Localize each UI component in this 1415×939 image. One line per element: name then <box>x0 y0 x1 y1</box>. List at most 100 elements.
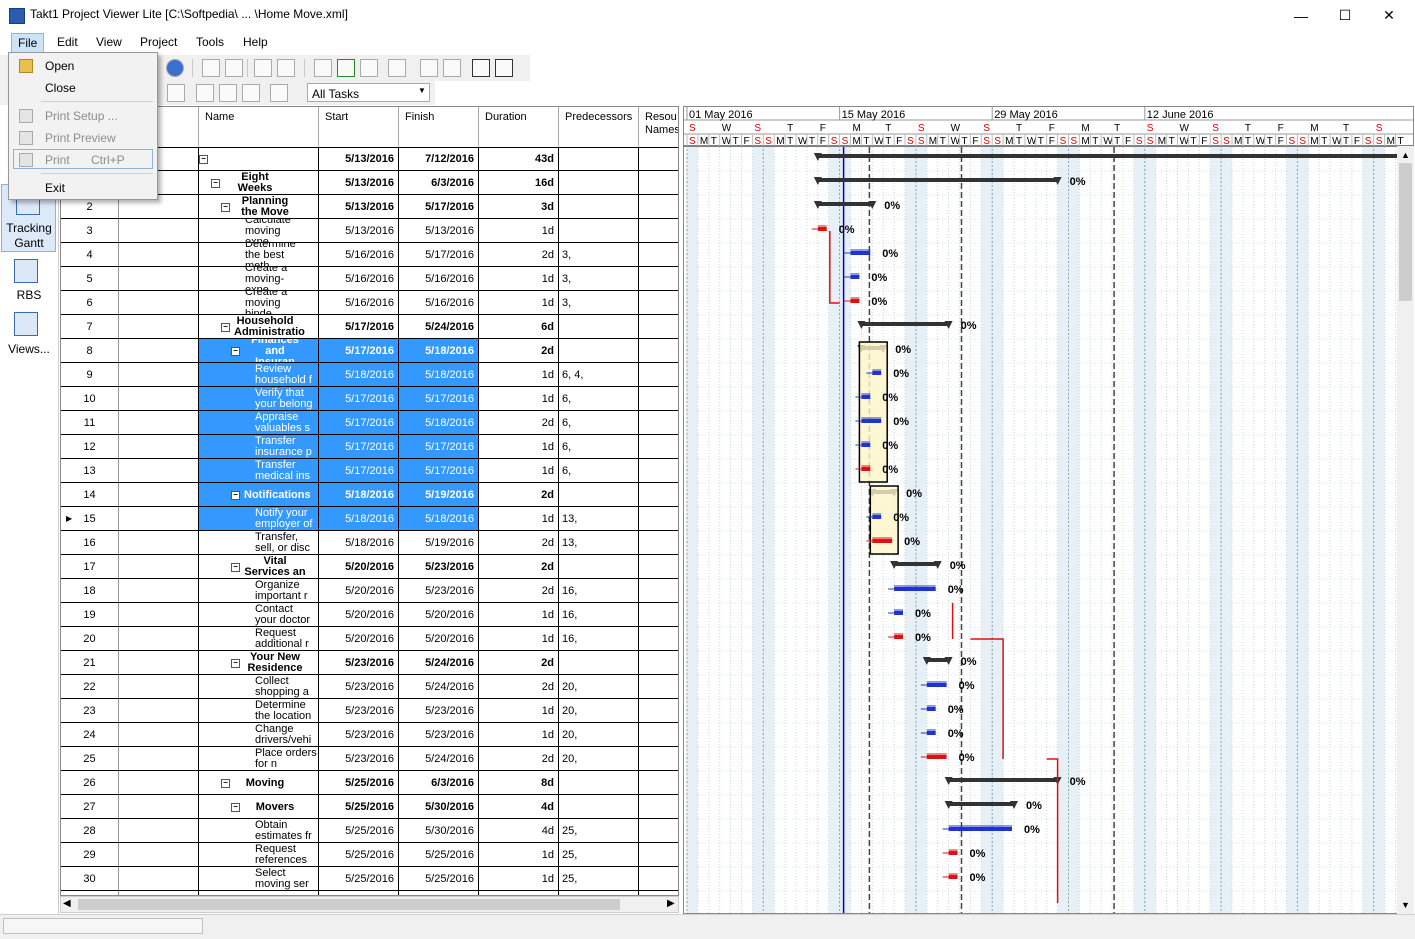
row-duration-cell[interactable]: 2d <box>479 483 559 507</box>
table-row[interactable]: 18 Organize important r 5/20/2016 5/23/2016… <box>61 579 678 603</box>
row-info-cell[interactable] <box>119 267 199 291</box>
layout-left-icon[interactable] <box>196 84 214 102</box>
views-icon[interactable] <box>14 312 38 336</box>
row-finish-cell[interactable]: 5/19/2016 <box>399 483 479 507</box>
row-id-cell[interactable]: 5 <box>61 267 119 291</box>
row-duration-cell[interactable]: 2d <box>479 243 559 267</box>
row-resources-cell[interactable] <box>639 867 678 891</box>
gantt-scroll-thumb[interactable] <box>1399 163 1412 301</box>
row-finish-cell[interactable]: 5/24/2016 <box>399 315 479 339</box>
row-finish-cell[interactable]: 5/24/2016 <box>399 747 479 771</box>
menu-exit[interactable]: Exit <box>45 181 65 195</box>
row-resources-cell[interactable] <box>639 291 678 315</box>
maximize-button[interactable]: ☐ <box>1322 0 1368 31</box>
row-predecessors-cell[interactable]: 13, <box>559 531 639 555</box>
row-id-cell[interactable]: 14 <box>61 483 119 507</box>
row-predecessors-cell[interactable] <box>559 339 639 363</box>
row-info-cell[interactable] <box>119 363 199 387</box>
row-finish-cell[interactable]: 5/16/2016 <box>399 267 479 291</box>
row-id-cell[interactable]: 24 <box>61 723 119 747</box>
table-row[interactable]: 19 Contact your doctor 5/20/2016 5/20/2016 1… <box>61 603 678 627</box>
table-row[interactable]: 16 Transfer, sell, or disc 5/18/2016 5/19/2… <box>61 531 678 555</box>
row-info-cell[interactable] <box>119 291 199 315</box>
row-start-cell[interactable]: 5/13/2016 <box>319 219 399 243</box>
row-predecessors-cell[interactable]: 25, <box>559 843 639 867</box>
row-name-cell[interactable]: Request additional r <box>199 627 319 651</box>
collapse-icon[interactable] <box>225 59 243 77</box>
row-duration-cell[interactable]: 4d <box>479 795 559 819</box>
table-row[interactable]: 8 − Finances and Insuran 5/17/2016 5/18/2016… <box>61 339 678 363</box>
row-info-cell[interactable] <box>119 795 199 819</box>
move-down-icon[interactable] <box>254 59 272 77</box>
row-name-cell[interactable]: − Notifications <box>199 483 319 507</box>
row-start-cell[interactable]: 5/20/2016 <box>319 627 399 651</box>
row-duration-cell[interactable]: 43d <box>479 147 559 171</box>
row-predecessors-cell[interactable]: 3, <box>559 243 639 267</box>
row-duration-cell[interactable]: 1d <box>479 459 559 483</box>
indent-icon[interactable] <box>388 59 406 77</box>
row-info-cell[interactable] <box>119 459 199 483</box>
table-row[interactable]: 28 Obtain estimates fr 5/25/2016 5/30/2016 4… <box>61 819 678 843</box>
table-row[interactable]: 30 Select moving ser 5/25/2016 5/25/2016 1d 2… <box>61 867 678 891</box>
zoom-in-timescale-icon[interactable] <box>495 59 513 77</box>
row-info-cell[interactable] <box>119 603 199 627</box>
row-duration-cell[interactable]: 2d <box>479 747 559 771</box>
collapse-toggle-icon[interactable]: − <box>221 322 230 332</box>
row-resources-cell[interactable] <box>639 459 678 483</box>
row-duration-cell[interactable]: 1d <box>479 507 559 531</box>
outdent-icon[interactable] <box>443 59 461 77</box>
row-duration-cell[interactable]: 1d <box>479 363 559 387</box>
zoom-icon[interactable] <box>167 84 185 102</box>
scroll-left-icon[interactable]: ◀ <box>63 898 71 909</box>
row-id-cell[interactable]: 17 <box>61 555 119 579</box>
row-resources-cell[interactable] <box>639 771 678 795</box>
row-name-cell[interactable]: Determine the location <box>199 699 319 723</box>
row-predecessors-cell[interactable]: 16, <box>559 603 639 627</box>
filter-icon[interactable] <box>270 84 288 102</box>
scroll-up-icon[interactable]: ▲ <box>1401 150 1410 160</box>
row-start-cell[interactable]: 5/18/2016 <box>319 483 399 507</box>
row-start-cell[interactable]: 5/23/2016 <box>319 747 399 771</box>
row-predecessors-cell[interactable]: 25, <box>559 819 639 843</box>
row-resources-cell[interactable] <box>639 579 678 603</box>
row-info-cell[interactable] <box>119 771 199 795</box>
row-name-cell[interactable]: Appraise valuables s <box>199 411 319 435</box>
row-duration-cell[interactable]: 1d <box>479 435 559 459</box>
row-finish-cell[interactable]: 5/17/2016 <box>399 459 479 483</box>
row-info-cell[interactable] <box>119 867 199 891</box>
row-info-cell[interactable] <box>119 747 199 771</box>
row-id-cell[interactable]: 8 <box>61 339 119 363</box>
row-id-cell[interactable]: 6 <box>61 291 119 315</box>
row-finish-cell[interactable]: 5/18/2016 <box>399 411 479 435</box>
row-start-cell[interactable]: 5/23/2016 <box>319 651 399 675</box>
row-finish-cell[interactable]: 6/3/2016 <box>399 171 479 195</box>
row-info-cell[interactable] <box>119 579 199 603</box>
row-id-cell[interactable]: 28 <box>61 819 119 843</box>
row-finish-cell[interactable]: 5/23/2016 <box>399 699 479 723</box>
row-name-cell[interactable]: Contact your doctor <box>199 603 319 627</box>
row-finish-cell[interactable]: 5/18/2016 <box>399 339 479 363</box>
row-info-cell[interactable] <box>119 411 199 435</box>
collapse-toggle-icon[interactable]: − <box>231 658 240 668</box>
row-start-cell[interactable]: 5/20/2016 <box>319 555 399 579</box>
menu-tools[interactable]: Tools <box>190 33 230 51</box>
row-resources-cell[interactable] <box>639 699 678 723</box>
row-start-cell[interactable]: 5/23/2016 <box>319 723 399 747</box>
row-id-cell[interactable]: 9 <box>61 363 119 387</box>
row-predecessors-cell[interactable]: 20, <box>559 747 639 771</box>
table-row[interactable]: 22 Collect shopping a 5/23/2016 5/24/2016 2d… <box>61 675 678 699</box>
row-finish-cell[interactable]: 5/16/2016 <box>399 291 479 315</box>
row-finish-cell[interactable]: 5/18/2016 <box>399 507 479 531</box>
row-predecessors-cell[interactable]: 16, <box>559 579 639 603</box>
row-info-cell[interactable] <box>119 843 199 867</box>
row-id-cell[interactable]: 7 <box>61 315 119 339</box>
row-info-cell[interactable] <box>119 723 199 747</box>
header-name[interactable]: Name <box>199 107 319 147</box>
row-predecessors-cell[interactable]: 6, <box>559 387 639 411</box>
row-id-cell[interactable]: 4 <box>61 243 119 267</box>
row-duration-cell[interactable]: 8d <box>479 771 559 795</box>
row-predecessors-cell[interactable]: 20, <box>559 699 639 723</box>
row-finish-cell[interactable]: 5/30/2016 <box>399 795 479 819</box>
row-start-cell[interactable]: 5/25/2016 <box>319 843 399 867</box>
row-resources-cell[interactable] <box>639 507 678 531</box>
